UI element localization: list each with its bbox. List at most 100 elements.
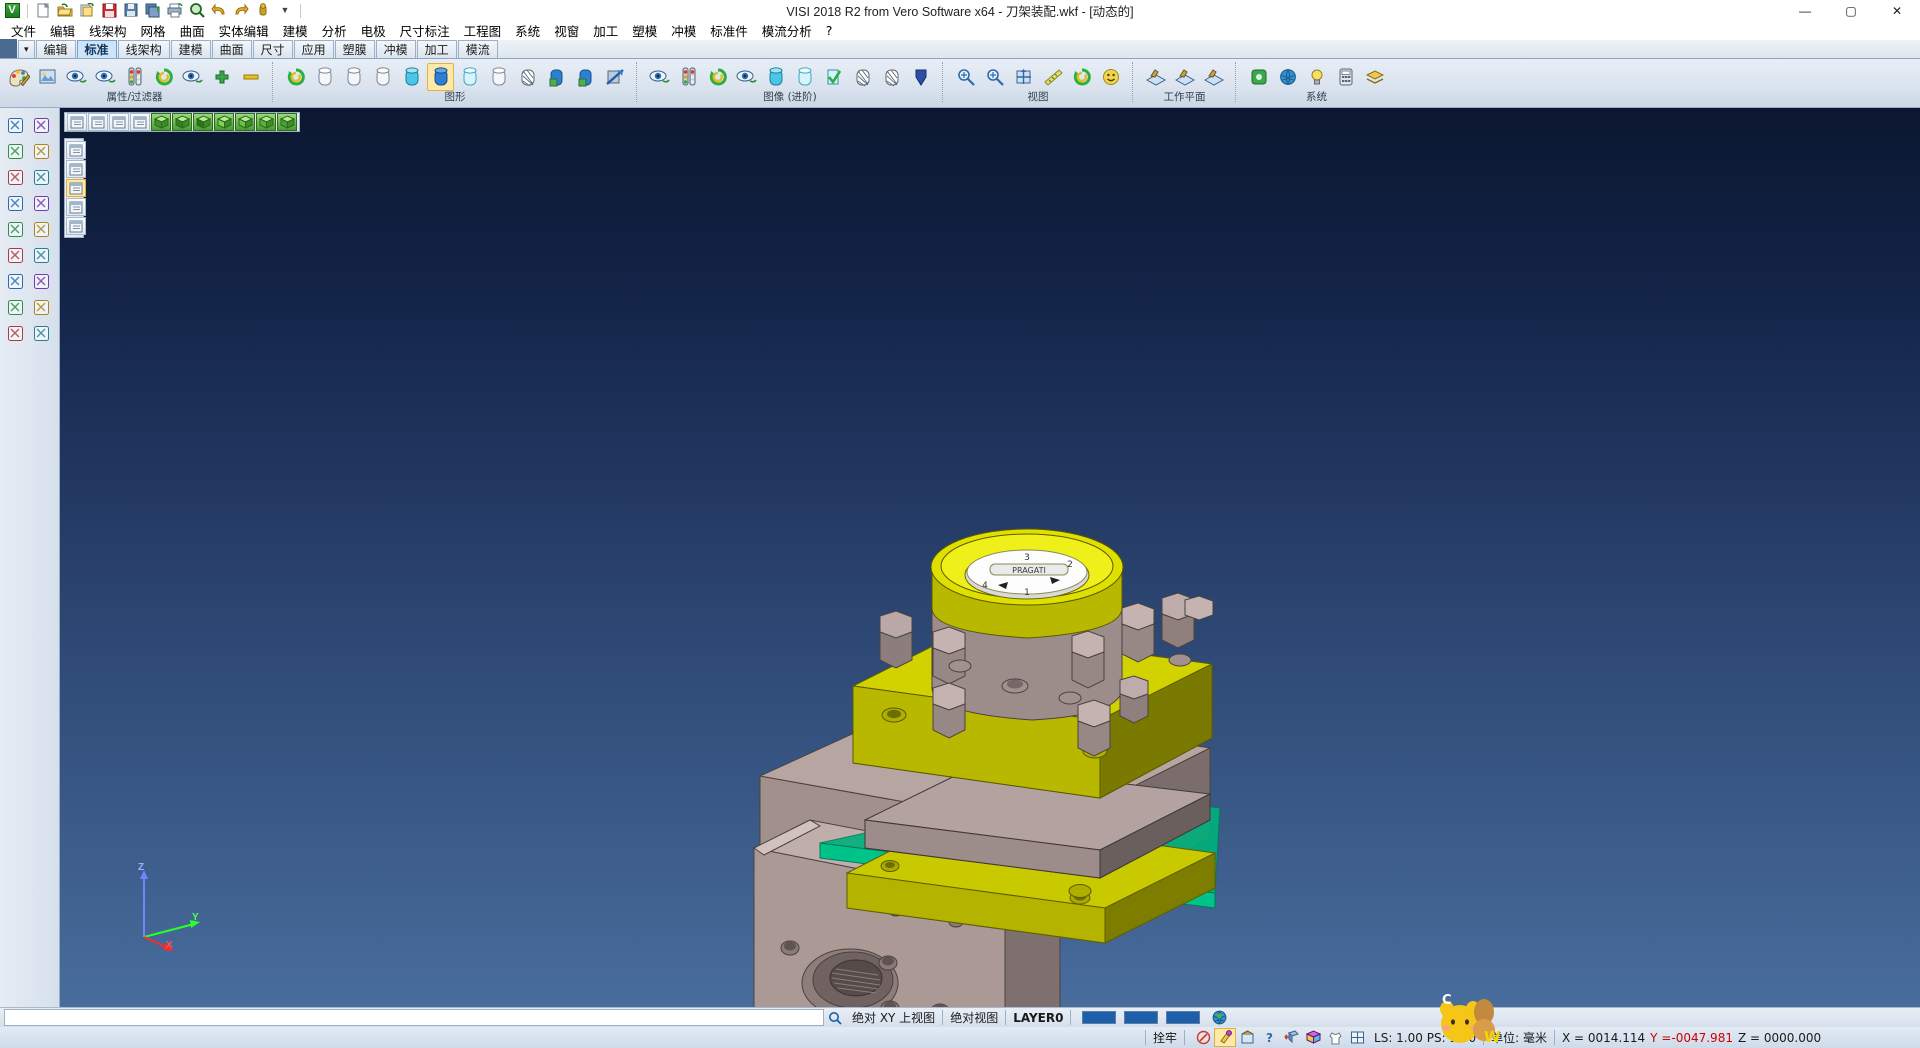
- ribbon-tab-4[interactable]: 曲面: [212, 40, 252, 58]
- menu-item-17[interactable]: 模流分析: [755, 20, 819, 41]
- save-as-icon[interactable]: [121, 1, 141, 20]
- toggle-visibility-icon[interactable]: [179, 63, 206, 91]
- ribbon-tab-9[interactable]: 加工: [417, 40, 457, 58]
- chamfer-icon[interactable]: [2, 268, 28, 294]
- view-iso-icon[interactable]: [151, 113, 171, 131]
- menu-item-13[interactable]: 加工: [586, 20, 625, 41]
- workplane-define-icon[interactable]: [1142, 63, 1169, 91]
- new-file-icon[interactable]: [33, 1, 53, 20]
- snap-construction-icon[interactable]: [1236, 1028, 1258, 1047]
- fillet-icon[interactable]: [28, 242, 54, 268]
- refresh-view-icon[interactable]: [150, 63, 177, 91]
- view-dynamic-icon[interactable]: [67, 113, 87, 131]
- draw-line-icon[interactable]: [28, 138, 54, 164]
- delete-icon[interactable]: [28, 320, 54, 346]
- globe-icon[interactable]: [1274, 63, 1301, 91]
- copy-icon[interactable]: [2, 216, 28, 242]
- measure-icon[interactable]: [1039, 63, 1066, 91]
- view-left-icon[interactable]: [277, 113, 297, 131]
- ribbon-tab-5[interactable]: 尺寸: [253, 40, 293, 58]
- ribbon-tab-7[interactable]: 塑膜: [335, 40, 375, 58]
- search-icon[interactable]: [824, 1008, 846, 1027]
- snap-help-icon[interactable]: ?: [1258, 1028, 1280, 1047]
- select-entity-icon[interactable]: [2, 112, 28, 138]
- color-swatch-2[interactable]: [1124, 1011, 1158, 1024]
- menu-item-6[interactable]: 建模: [276, 20, 315, 41]
- smiley-view-icon[interactable]: [1097, 63, 1124, 91]
- calculator-icon[interactable]: [1332, 63, 1359, 91]
- hidden-line-dashed-icon[interactable]: [369, 63, 396, 91]
- offset-icon[interactable]: [2, 242, 28, 268]
- redo-icon[interactable]: [231, 1, 251, 20]
- view-shade-icon[interactable]: [88, 113, 108, 131]
- minimize-button[interactable]: —: [1782, 0, 1828, 21]
- checkmark-shade-icon[interactable]: [820, 63, 847, 91]
- shadow-icon[interactable]: [907, 63, 934, 91]
- undo-icon[interactable]: [209, 1, 229, 20]
- visi-logo-icon[interactable]: V: [2, 1, 22, 20]
- snap-solid-icon[interactable]: [1280, 1028, 1302, 1047]
- shade-off-icon[interactable]: [601, 63, 628, 91]
- assembly-tree-icon[interactable]: [66, 198, 86, 216]
- 3d-viewport[interactable]: 3 2 1 4 PRAGATI: [60, 108, 1920, 1007]
- rotate-view-icon[interactable]: [1068, 63, 1095, 91]
- lightbulb-icon[interactable]: [1303, 63, 1330, 91]
- ribbon-tab-0[interactable]: 编辑: [36, 40, 76, 58]
- break-icon[interactable]: [2, 294, 28, 320]
- show-entities-icon[interactable]: [63, 63, 90, 91]
- silhouette-icon[interactable]: [878, 63, 905, 91]
- view-back-icon[interactable]: [235, 113, 255, 131]
- pencil-edit-icon[interactable]: [28, 112, 54, 138]
- pan-icon[interactable]: [1010, 63, 1037, 91]
- maximize-button[interactable]: ▢: [1828, 0, 1874, 21]
- ribbon-tab-10[interactable]: 模流: [458, 40, 498, 58]
- snap-grid-icon[interactable]: [1192, 1028, 1214, 1047]
- menu-item-18[interactable]: ?: [819, 22, 840, 39]
- color-swatch-1[interactable]: [1082, 1011, 1116, 1024]
- visibility-plusminus-icon[interactable]: [733, 63, 760, 91]
- print-icon[interactable]: [165, 1, 185, 20]
- settings-icon[interactable]: [1245, 63, 1272, 91]
- menu-item-11[interactable]: 系统: [508, 20, 547, 41]
- command-input[interactable]: [4, 1009, 824, 1026]
- dynamic-shade-icon[interactable]: [572, 63, 599, 91]
- view-front-icon[interactable]: [172, 113, 192, 131]
- ribbon-tab-2[interactable]: 线架构: [118, 40, 170, 58]
- transparent-shade-icon[interactable]: [456, 63, 483, 91]
- menu-item-2[interactable]: 线架构: [82, 20, 134, 41]
- menu-item-3[interactable]: 网格: [134, 20, 173, 41]
- mirror-icon[interactable]: [2, 190, 28, 216]
- menu-item-0[interactable]: 文件: [4, 20, 43, 41]
- view-top-icon[interactable]: [193, 113, 213, 131]
- view-right-icon[interactable]: [214, 113, 234, 131]
- zoom-window-icon[interactable]: [952, 63, 979, 91]
- section-view-icon[interactable]: [762, 63, 789, 91]
- snap-shirt-icon[interactable]: [1324, 1028, 1346, 1047]
- view-wireframe-icon[interactable]: [109, 113, 129, 131]
- absolute-view-label[interactable]: 绝对视图: [950, 1009, 998, 1026]
- transform-icon[interactable]: [2, 164, 28, 190]
- save-all-icon[interactable]: [143, 1, 163, 20]
- menu-item-12[interactable]: 视窗: [547, 20, 586, 41]
- ribbon-tab-6[interactable]: 应用: [294, 40, 334, 58]
- add-entity-icon[interactable]: [208, 63, 235, 91]
- hatch-shade-icon[interactable]: [849, 63, 876, 91]
- layer-panel-icon[interactable]: [66, 141, 86, 159]
- globe-icon[interactable]: [1208, 1008, 1230, 1027]
- show-advanced-icon[interactable]: [646, 63, 673, 91]
- ribbon-collapse-button[interactable]: ▾: [18, 40, 35, 58]
- color-palette-icon[interactable]: [5, 63, 32, 91]
- ribbon-tab-1[interactable]: 标准: [77, 40, 117, 58]
- color-swatch-3[interactable]: [1166, 1011, 1200, 1024]
- trim-icon[interactable]: [2, 138, 28, 164]
- menu-item-8[interactable]: 电极: [354, 20, 393, 41]
- scale-icon[interactable]: [28, 190, 54, 216]
- menu-item-14[interactable]: 塑模: [625, 20, 664, 41]
- traffic-light-filter-icon[interactable]: [121, 63, 148, 91]
- snap-magnet-icon[interactable]: [1214, 1028, 1236, 1047]
- ribbon-tab-3[interactable]: 建模: [171, 40, 211, 58]
- grey-shade-icon[interactable]: [485, 63, 512, 91]
- snap-box-icon[interactable]: [1302, 1028, 1324, 1047]
- entity-properties-icon[interactable]: [34, 63, 61, 91]
- menu-item-15[interactable]: 冲模: [664, 20, 703, 41]
